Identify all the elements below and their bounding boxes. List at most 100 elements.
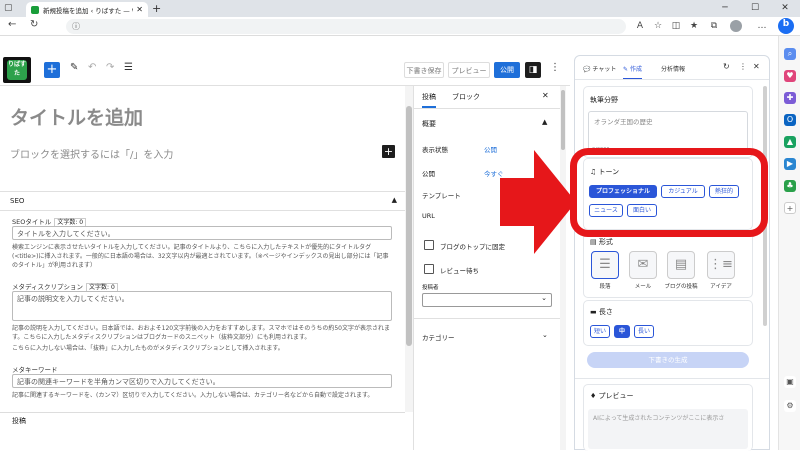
- tools-icon[interactable]: ✚: [784, 92, 796, 104]
- meta-desc-label: メタディスクリプション: [12, 283, 84, 291]
- browser-tab-title: 新規投稿を追加 ‹ りばすた — Wor…: [43, 6, 133, 15]
- address-bar[interactable]: ⓘ: [66, 19, 626, 34]
- save-draft-button[interactable]: 下書き保存: [404, 62, 444, 78]
- sidebar-scrollbar[interactable]: [560, 86, 566, 450]
- sticky-checkbox[interactable]: [424, 240, 434, 250]
- format-email[interactable]: ✉ メール: [626, 251, 660, 290]
- summary-panel-title[interactable]: 概要: [422, 119, 436, 129]
- panel-more-icon[interactable]: ⋮: [739, 62, 747, 71]
- site-info-icon[interactable]: ⓘ: [72, 21, 80, 32]
- collections-icon[interactable]: ⧉: [708, 20, 720, 32]
- close-window-button[interactable]: ✕: [770, 0, 800, 17]
- seo-desc-label-row: メタディスクリプション 文字数: 0: [12, 281, 118, 292]
- drop-icon[interactable]: ▶: [784, 158, 796, 170]
- redo-icon[interactable]: ↷: [106, 62, 114, 73]
- tab-insights[interactable]: 分析情報: [661, 64, 685, 73]
- settings-toggle-icon[interactable]: ◨: [525, 62, 541, 78]
- meta-keyword-input[interactable]: 記事の関連キーワードを半角カンマ区切りで入力してください。: [12, 374, 392, 388]
- inline-add-block-button[interactable]: +: [382, 145, 395, 158]
- breadcrumb-post[interactable]: 投稿: [12, 416, 26, 426]
- undo-icon[interactable]: ↶: [88, 62, 96, 73]
- format-paragraph[interactable]: ☰ 段落: [588, 251, 622, 290]
- format-blog-label: ブログの投稿: [664, 284, 698, 290]
- seo-title-help: 検索エンジンに表示させたいタイトルを入力してください。記事のタイトルより、こちら…: [12, 244, 389, 269]
- list-view-icon[interactable]: ☰: [124, 62, 133, 73]
- blog-icon: ▤: [667, 251, 695, 279]
- search-icon[interactable]: ⌕: [784, 48, 796, 60]
- meta-desc-help-2: こちらに入力しない場合は、「抜粋」に入力したものがメタディスクリプションとして挿…: [12, 345, 284, 352]
- length-card: ▬ 長さ 短い 中 長い: [583, 300, 753, 346]
- tab-post[interactable]: 投稿: [422, 92, 436, 108]
- settings-gear-icon[interactable]: ⚙: [784, 400, 796, 412]
- options-menu-icon[interactable]: ⋮: [550, 62, 560, 73]
- tab-block[interactable]: ブロック: [452, 92, 480, 102]
- favorites-icon[interactable]: ★: [688, 20, 700, 32]
- panel-close-icon[interactable]: ✕: [753, 62, 760, 71]
- copilot-icon[interactable]: b: [778, 18, 794, 34]
- split-screen-icon[interactable]: ◫: [670, 20, 682, 32]
- back-icon[interactable]: ←: [8, 19, 16, 30]
- tab-chat[interactable]: 💬 チャット: [583, 64, 616, 73]
- author-select[interactable]: ⌄: [422, 293, 552, 307]
- seo-header-label: SEO: [10, 197, 25, 205]
- visibility-value[interactable]: 公開: [484, 144, 497, 154]
- tab-compose-label: 作成: [629, 66, 642, 73]
- tab-chat-label: チャット: [592, 66, 617, 73]
- more-menu-icon[interactable]: …: [756, 20, 768, 32]
- email-icon: ✉: [629, 251, 657, 279]
- window-controls: ─ ☐ ✕: [710, 0, 800, 17]
- topic-textarea[interactable]: オランダ王国の歴史: [588, 111, 748, 153]
- preview-label-text: プレビュー: [598, 392, 634, 400]
- meta-desc-textarea[interactable]: 記事の説明文を入力してください。: [12, 291, 392, 321]
- maximize-button[interactable]: ☐: [740, 0, 770, 17]
- review-checkbox[interactable]: [424, 264, 434, 274]
- add-block-button[interactable]: +: [44, 62, 60, 78]
- tab-compose[interactable]: ✎ 作成: [623, 64, 642, 80]
- new-tab-button[interactable]: +: [152, 2, 161, 15]
- preview-button[interactable]: プレビュー: [448, 62, 490, 78]
- seo-panel-header[interactable]: SEO ▲: [0, 191, 405, 211]
- block-placeholder[interactable]: ブロックを選択するには「/」を入力: [10, 146, 173, 161]
- refresh-icon[interactable]: ↻: [30, 19, 38, 30]
- tab-actions-icon[interactable]: ▢: [4, 3, 16, 14]
- review-label: レビュー待ち: [440, 267, 479, 275]
- apps-icon[interactable]: ▲: [784, 136, 796, 148]
- editor-scroll-thumb[interactable]: [406, 106, 412, 346]
- seo-title-label-row: SEOタイトル 文字数: 0: [12, 216, 87, 227]
- sidebar-layout-icon[interactable]: ▣: [784, 376, 796, 388]
- length-short[interactable]: 短い: [590, 325, 610, 338]
- format-ideas[interactable]: ⋮≡ アイデア: [704, 251, 738, 290]
- shopping-icon[interactable]: ♥: [784, 70, 796, 82]
- favorite-star-icon[interactable]: ☆: [652, 20, 664, 32]
- paragraph-icon: ☰: [591, 251, 619, 279]
- seo-title-input[interactable]: タイトルを入力してください。: [12, 226, 392, 240]
- edge-sidebar: ⌕ ♥ ✚ O ▲ ▶ ♣ + ▣ ⚙: [778, 36, 800, 450]
- length-medium[interactable]: 中: [614, 325, 630, 338]
- sidebar-close-icon[interactable]: ✕: [542, 91, 549, 100]
- generate-draft-button[interactable]: 下書きの生成: [587, 352, 749, 368]
- edit-pen-icon[interactable]: ✎: [70, 62, 78, 73]
- publish-button[interactable]: 公開: [494, 62, 520, 78]
- annotation-highlight-box: [570, 148, 768, 237]
- browser-tab[interactable]: 新規投稿を追加 ‹ りばすた — Wor… ✕: [26, 2, 148, 17]
- tab-close-icon[interactable]: ✕: [136, 5, 143, 14]
- category-panel-title[interactable]: カテゴリー: [422, 332, 455, 342]
- format-blog[interactable]: ▤ ブログの投稿: [664, 251, 698, 290]
- category-expand-icon[interactable]: ⌄: [542, 331, 548, 339]
- read-aloud-icon[interactable]: A: [634, 20, 646, 32]
- site-logo[interactable]: りばすた: [3, 57, 31, 83]
- profile-avatar[interactable]: [730, 20, 742, 32]
- sticky-label: ブログのトップに固定: [440, 243, 505, 251]
- outlook-icon[interactable]: O: [784, 114, 796, 126]
- minimize-button[interactable]: ─: [710, 0, 740, 17]
- summary-collapse-icon[interactable]: ▲: [542, 118, 547, 126]
- panel-refresh-icon[interactable]: ↻: [723, 62, 730, 71]
- sidebar-scroll-thumb[interactable]: [561, 90, 565, 150]
- post-title-input[interactable]: タイトルを追加: [10, 103, 143, 130]
- editor-scrollbar[interactable]: [405, 86, 413, 412]
- collapse-arrow-icon[interactable]: ▲: [392, 196, 397, 204]
- preview-card: ♦ プレビュー AIによって生成されたコンテンツがここに表示さ: [583, 384, 753, 451]
- length-long[interactable]: 長い: [634, 325, 654, 338]
- add-sidebar-icon[interactable]: +: [784, 202, 796, 214]
- tree-icon[interactable]: ♣: [784, 180, 796, 192]
